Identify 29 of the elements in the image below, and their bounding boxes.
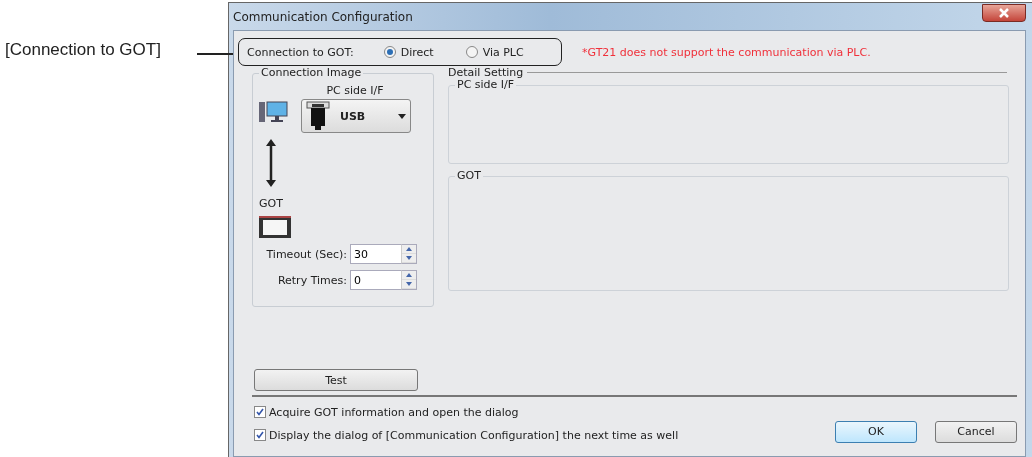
got-label: GOT [259,197,284,210]
callout-label: [Connection to GOT] [5,40,161,60]
cancel-button[interactable]: Cancel [935,420,1017,443]
pc-side-label: PC side I/F [326,84,384,97]
field-label: Timeout (Sec): [266,247,347,261]
field-label: Retry Times: [277,273,347,287]
group-title: Detail Setting [448,66,524,79]
interface-dropdown[interactable]: USB [301,99,411,133]
radio-option[interactable]: Direct [383,45,434,59]
screen-icon [259,216,291,238]
number-field[interactable]: 30 [350,244,401,264]
connection-label: Connection to GOT: [247,45,354,59]
ok-button[interactable]: OK [835,420,917,443]
checkbox-option[interactable]: Acquire GOT information and open the dialog [254,405,679,419]
test-button[interactable]: Test [254,369,418,391]
window-title: Communication Configuration [233,9,413,24]
close-button[interactable] [982,3,1026,22]
close-icon [998,7,1010,18]
double-arrow-icon [265,139,277,187]
group-title: GOT [455,169,483,182]
checkbox-option[interactable]: Display the dialog of [Communication Configuration] the next time as well [254,428,679,442]
radio-option[interactable]: Via PLC [465,45,524,59]
caret-icon [398,113,406,119]
usb-plug-icon [306,101,330,131]
group-title: Connection Image [259,66,364,79]
group-title: PC side I/F [455,78,517,91]
warning-note: *GT21 does not support the communication via PLC. [582,45,871,59]
computer-icon [259,99,289,125]
number-field[interactable]: 0 [350,270,401,290]
